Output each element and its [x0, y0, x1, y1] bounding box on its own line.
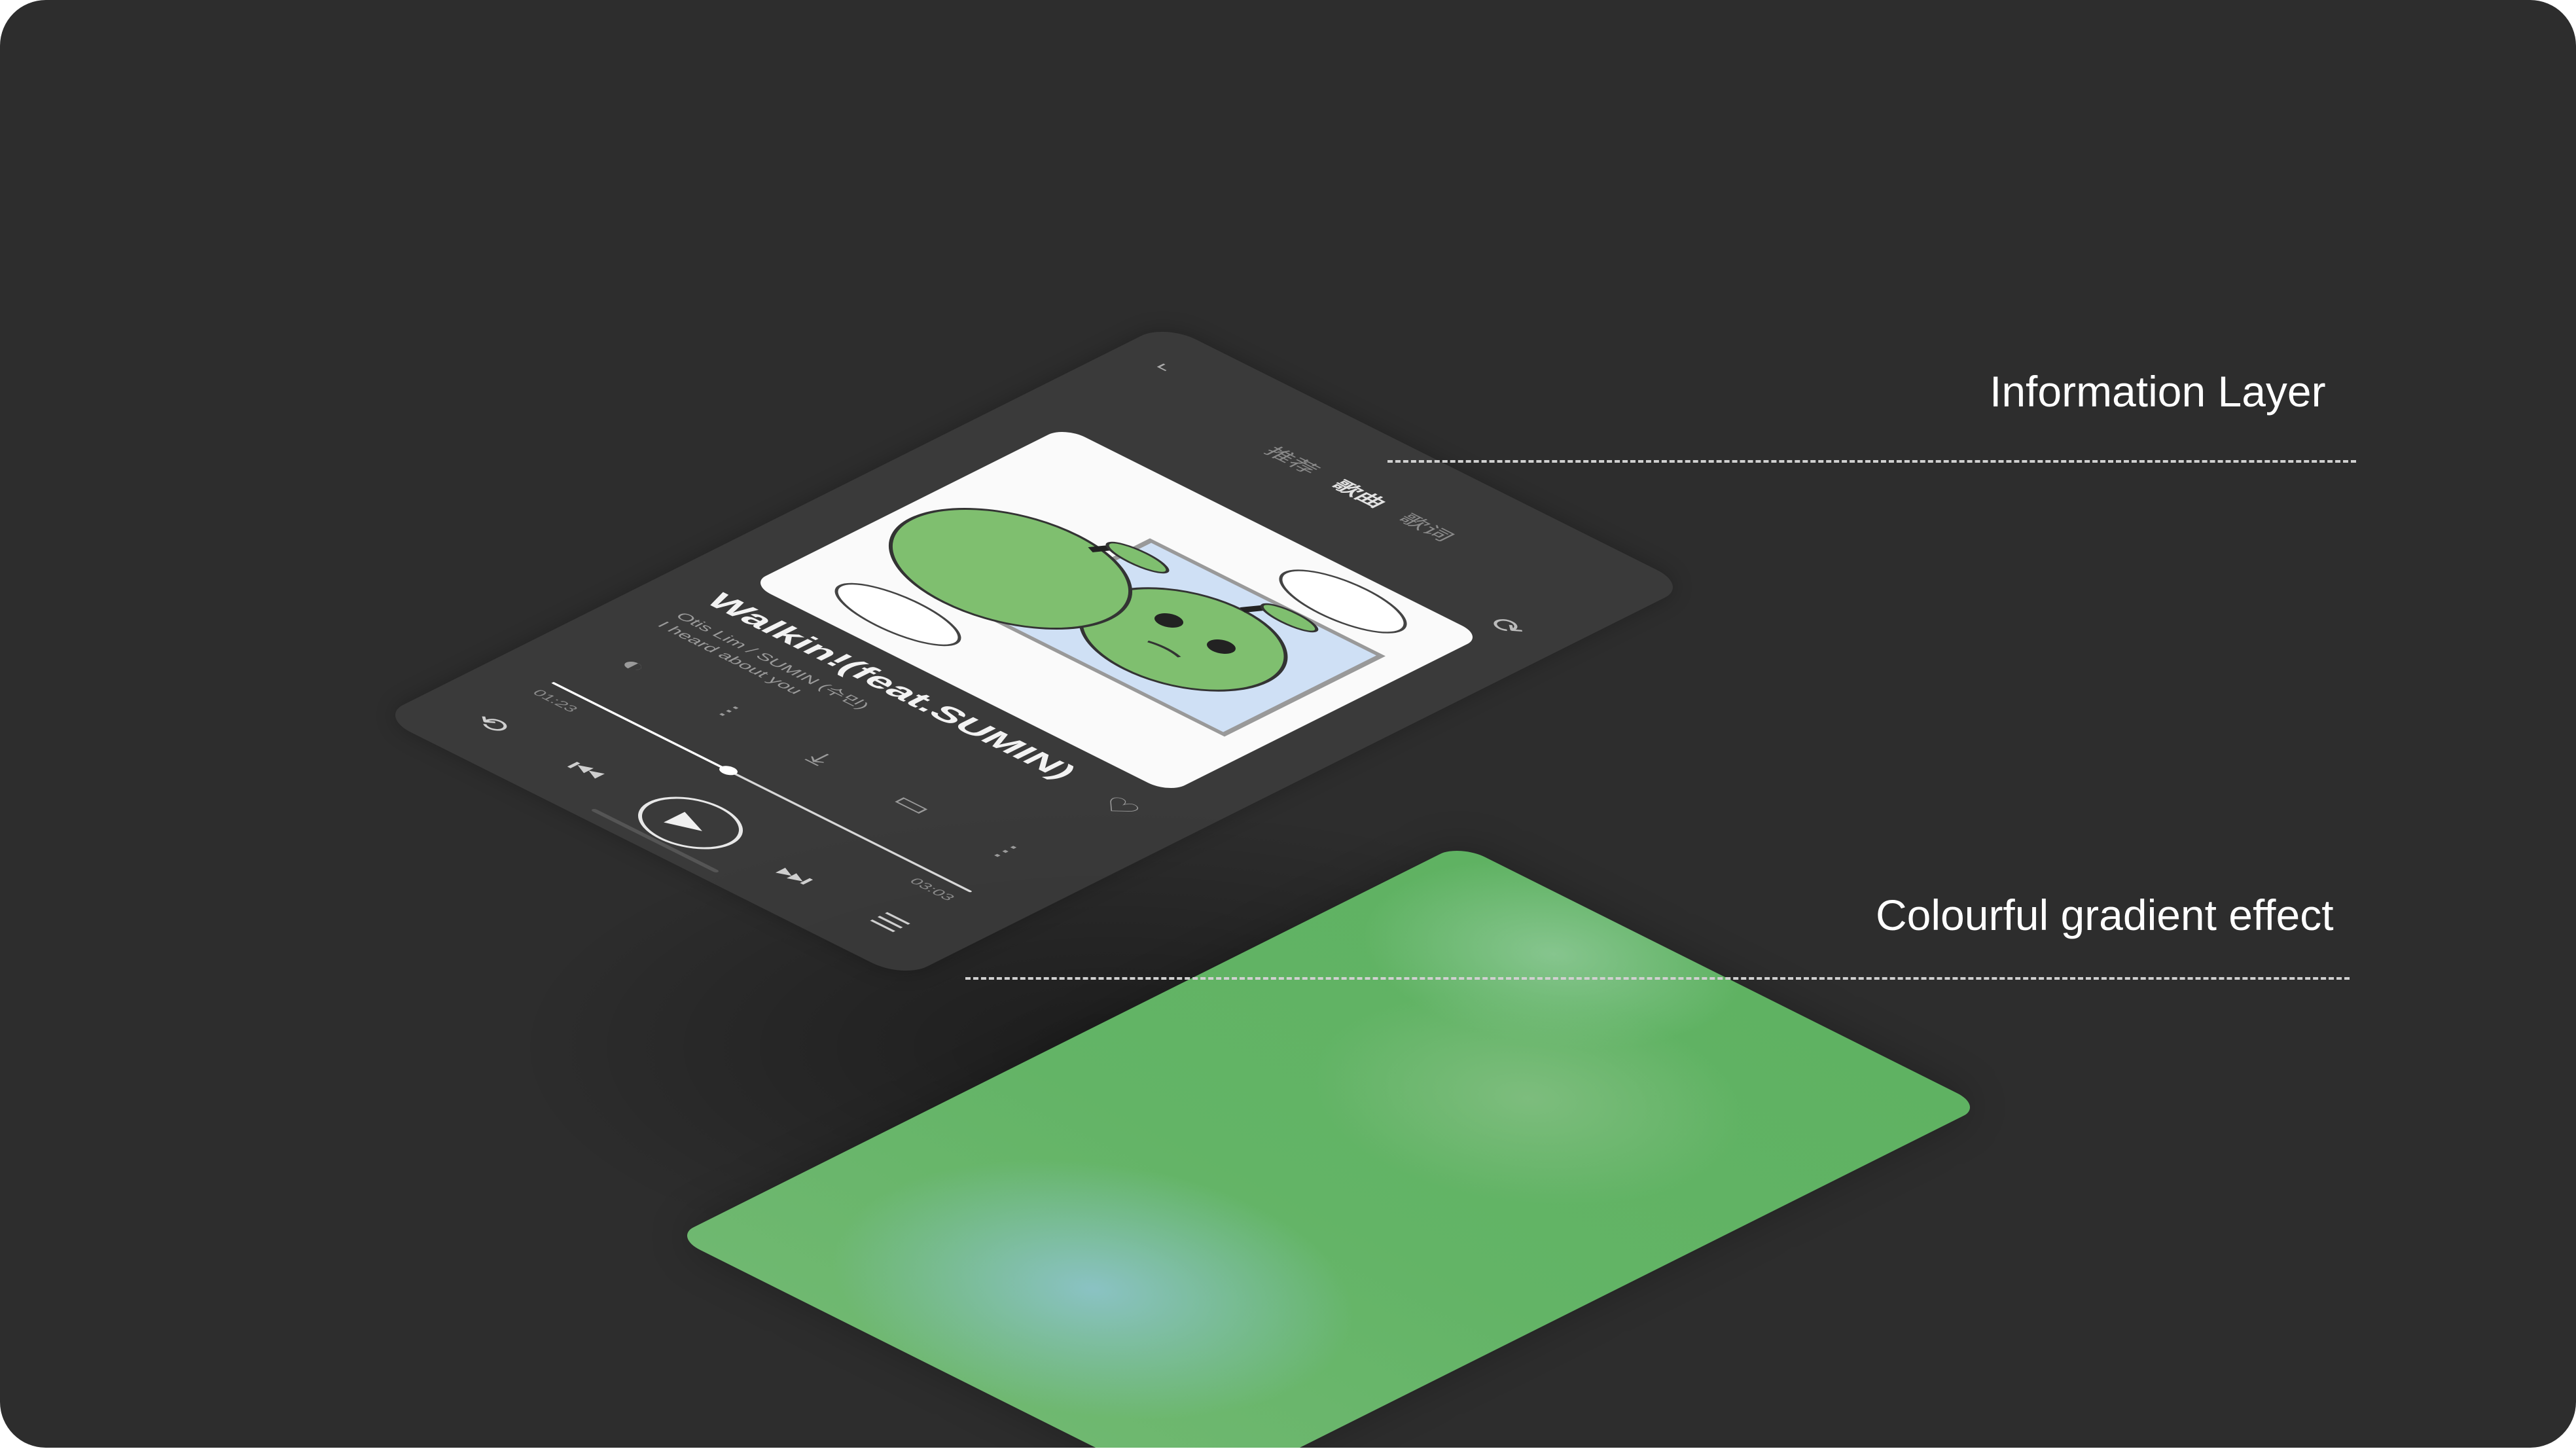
next-icon[interactable]: ⏭: [750, 853, 840, 898]
play-button[interactable]: ▶: [617, 786, 764, 860]
comment-icon[interactable]: ▭: [868, 786, 950, 827]
isometric-scene: ⌞ 推荐 歌曲 歌词 ⟳ Walkin!(feat.SUMIN) Otis Li…: [0, 0, 2576, 1448]
presentation-canvas: ⌞ 推荐 歌曲 歌词 ⟳ Walkin!(feat.SUMIN) Otis Li…: [0, 0, 2576, 1448]
back-icon[interactable]: ⌞: [1151, 356, 1206, 384]
playlist-icon[interactable]: ☰: [844, 900, 935, 945]
share-icon[interactable]: ⟳: [1481, 613, 1539, 641]
album-art: [750, 427, 1483, 793]
leader-line-gradient-effect: [965, 977, 2350, 980]
play-icon: ▶: [661, 808, 720, 838]
leader-line-information-layer: [1387, 460, 2356, 463]
tab-lyrics[interactable]: 歌词: [1393, 509, 1463, 544]
album-illustration: [834, 507, 1407, 737]
previous-icon[interactable]: ⏮: [541, 748, 631, 793]
tab-song[interactable]: 歌曲: [1326, 475, 1396, 510]
more-icon[interactable]: ⋮: [961, 832, 1043, 874]
label-information-layer: Information Layer: [1990, 367, 2326, 416]
label-gradient-effect: Colourful gradient effect: [1876, 891, 2334, 939]
repeat-icon[interactable]: ⟲: [446, 701, 537, 746]
voice-effect-icon[interactable]: ◐: [589, 647, 671, 688]
download-icon[interactable]: ⤓: [775, 740, 857, 781]
equalizer-icon[interactable]: ⫶: [682, 693, 764, 734]
tab-recommend[interactable]: 推荐: [1259, 442, 1329, 477]
